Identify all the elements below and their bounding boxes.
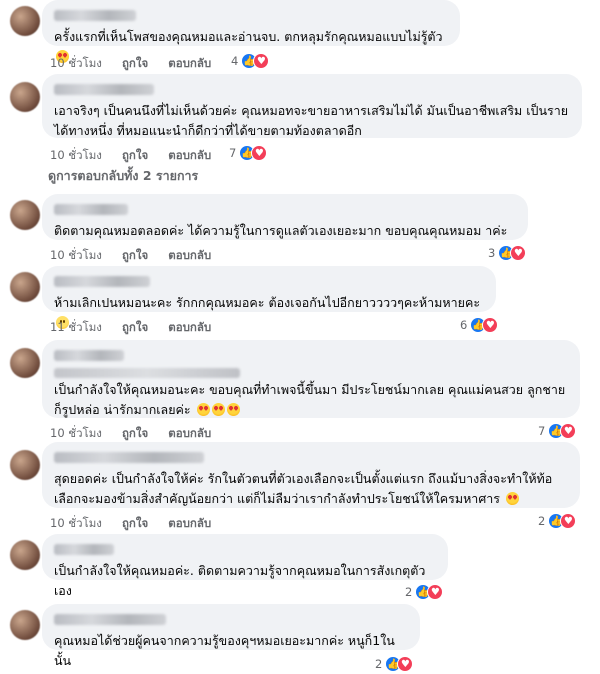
love-reaction-icon: ♥ [510,245,527,261]
heart-eyes-emoji-icon [226,403,240,416]
reaction-count: 2 [405,585,413,599]
comment-bubble: ครั้งแรกที่เห็นโพสของคุณหมอและอ่านจบ. ตก… [42,0,460,63]
avatar[interactable] [10,540,40,570]
reply-button[interactable]: ตอบกลับ [168,320,211,334]
timestamp: 10 ชั่วโมง [50,56,102,70]
comment-bubble: ติดตามคุณหมอตลอดค่ะ ได้ความรู้ในการดูแลต… [42,194,528,240]
love-reaction-icon: ♥ [251,145,268,161]
comment-bubble: สุดยอดค่ะ เป็นกำลังใจให้ค่ะ รักในตัวตนที… [42,442,580,508]
reply-button[interactable]: ตอบกลับ [168,516,211,530]
comment-text: เป็นกำลังใจให้คุณหมอค่ะ. ติดตามความรู้จา… [54,563,426,598]
comment-bubble: เป็นกำลังใจให้คุณหมอค่ะ. ติดตามความรู้จา… [42,534,448,598]
love-reaction-icon: ♥ [560,513,577,529]
author-name-blurred-line2 [54,368,240,378]
comment-actions: 10 ชั่วโมง ถูกใจ ตอบกลับ [50,425,227,443]
avatar[interactable] [10,450,40,480]
comment-text: เป็นกำลังใจให้คุณหมอนะคะ ขอบคุณที่ทำเพจน… [54,382,566,417]
comment-bubble: ห้ามเลิกเปนหมอนะคะ รักกกคุณหมอคะ ต้องเจอ… [42,266,496,329]
reply-button[interactable]: ตอบกลับ [168,56,211,70]
reaction-summary[interactable]: 2 👍 ♥ [375,656,414,672]
reaction-summary[interactable]: 2 👍 ♥ [405,584,444,600]
like-button[interactable]: ถูกใจ [122,426,148,440]
reaction-count: 4 [231,54,239,68]
like-button[interactable]: ถูกใจ [122,516,148,530]
view-replies-link[interactable]: ดูการตอบกลับทั้ง 2 รายการ [48,166,198,186]
love-reaction-icon: ♥ [427,584,444,600]
heart-eyes-emoji-icon [211,403,225,416]
love-reaction-icon: ♥ [253,53,270,69]
reaction-summary[interactable]: 7 👍 ♥ [229,145,268,161]
avatar[interactable] [10,610,40,640]
reaction-summary[interactable]: 4 👍 ♥ [231,53,270,69]
comment-actions: 10 ชั่วโมง ถูกใจ ตอบกลับ [50,147,227,165]
timestamp: 10 ชั่วโมง [50,516,102,530]
author-name-blurred[interactable] [54,350,124,361]
like-button[interactable]: ถูกใจ [122,56,148,70]
avatar[interactable] [10,200,40,230]
comment-bubble: คุณหมอได้ช่วยผู้คนจากความรู้ของคุฯหมอเยอ… [42,604,420,668]
reaction-summary[interactable]: 6 👍 ♥ [460,317,499,333]
reaction-count: 2 [375,657,383,671]
love-reaction-icon: ♥ [397,656,414,672]
avatar[interactable] [10,82,40,112]
love-reaction-icon: ♥ [482,317,499,333]
comment-bubble: เป็นกำลังใจให้คุณหมอนะคะ ขอบคุณที่ทำเพจน… [42,340,580,418]
comment-text: สุดยอดค่ะ เป็นกำลังใจให้ค่ะ รักในตัวตนที… [54,471,553,506]
reaction-count: 6 [460,318,468,332]
reaction-count: 7 [538,424,546,438]
heart-eyes-emoji-icon [196,403,210,416]
reaction-count: 2 [538,514,546,528]
comment-actions: 10 ชั่วโมง ถูกใจ ตอบกลับ [50,515,227,533]
like-button[interactable]: ถูกใจ [122,248,148,262]
timestamp: 10 ชั่วโมง [50,248,102,262]
author-name-blurred[interactable] [54,276,150,287]
reply-button[interactable]: ตอบกลับ [168,426,211,440]
reply-button[interactable]: ตอบกลับ [168,248,211,262]
reaction-summary[interactable]: 3 👍 ♥ [488,245,527,261]
timestamp: 10 ชั่วโมง [50,148,102,162]
timestamp: 10 ชั่วโมง [50,426,102,440]
heart-eyes-emoji-icon [505,492,519,505]
avatar[interactable] [10,348,40,378]
avatar[interactable] [10,272,40,302]
comment-bubble: เอาจริงๆ เป็นคนนึงที่ไม่เห็นด้วยค่ะ คุณห… [42,74,582,138]
reaction-count: 7 [229,146,237,160]
comment-text: เอาจริงๆ เป็นคนนึงที่ไม่เห็นด้วยค่ะ คุณห… [54,103,569,138]
comment-actions: 10 ชั่วโมง ถูกใจ ตอบกลับ [50,55,227,73]
like-button[interactable]: ถูกใจ [122,148,148,162]
reply-button[interactable]: ตอบกลับ [168,148,211,162]
like-button[interactable]: ถูกใจ [122,320,148,334]
author-name-blurred[interactable] [54,614,166,625]
author-name-blurred[interactable] [54,544,114,555]
avatar[interactable] [10,6,40,36]
timestamp: 11 ชั่วโมง [50,320,102,334]
author-name-blurred[interactable] [54,204,128,215]
comment-text: ติดตามคุณหมอตลอดค่ะ ได้ความรู้ในการดูแลต… [54,223,508,238]
author-name-blurred[interactable] [54,452,204,463]
comment-text: คุณหมอได้ช่วยผู้คนจากความรู้ของคุฯหมอเยอ… [54,633,395,668]
author-name-blurred[interactable] [54,84,154,95]
reaction-count: 3 [488,246,496,260]
comment-actions: 10 ชั่วโมง ถูกใจ ตอบกลับ [50,247,227,265]
love-reaction-icon: ♥ [560,423,577,439]
reaction-summary[interactable]: 2 👍 ♥ [538,513,577,529]
comment-actions: 11 ชั่วโมง ถูกใจ ตอบกลับ [50,319,227,337]
reaction-summary[interactable]: 7 👍 ♥ [538,423,577,439]
author-name-blurred[interactable] [54,10,136,21]
